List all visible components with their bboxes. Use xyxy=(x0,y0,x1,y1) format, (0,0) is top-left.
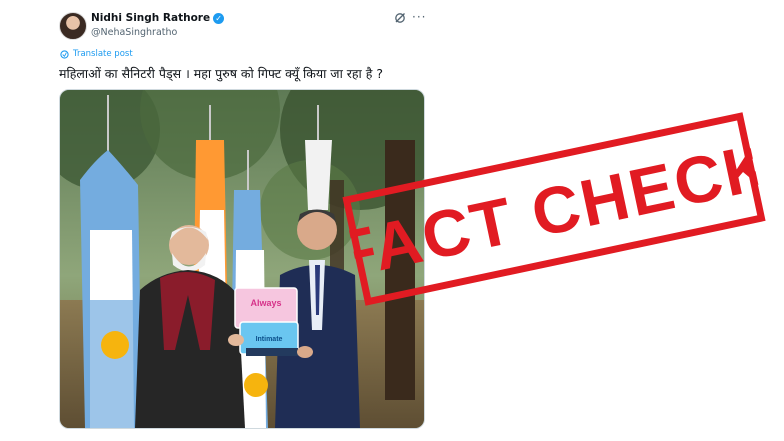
user-name-row[interactable]: Nidhi Singh Rathore ✓ xyxy=(91,12,225,24)
user-handle[interactable]: @NehaSinghratho xyxy=(91,27,177,38)
more-icon[interactable]: ··· xyxy=(412,10,426,24)
grok-icon[interactable] xyxy=(394,12,406,24)
verified-badge-icon: ✓ xyxy=(213,12,225,24)
post-card: Nidhi Singh Rathore ✓ @NehaSinghratho ··… xyxy=(0,0,784,441)
translate-label[interactable]: Translate post xyxy=(73,49,133,59)
translate-icon xyxy=(60,49,69,59)
translate-post-link[interactable]: Translate post xyxy=(60,49,133,59)
pad-box-label-top: Always xyxy=(250,298,281,308)
post-text: महिलाओं का सैनिटरी पैड्स । महा पुरुष को … xyxy=(59,66,384,81)
pad-box-label-bottom: Intimate xyxy=(256,336,283,343)
avatar[interactable] xyxy=(59,12,87,40)
display-name[interactable]: Nidhi Singh Rathore xyxy=(91,12,210,24)
